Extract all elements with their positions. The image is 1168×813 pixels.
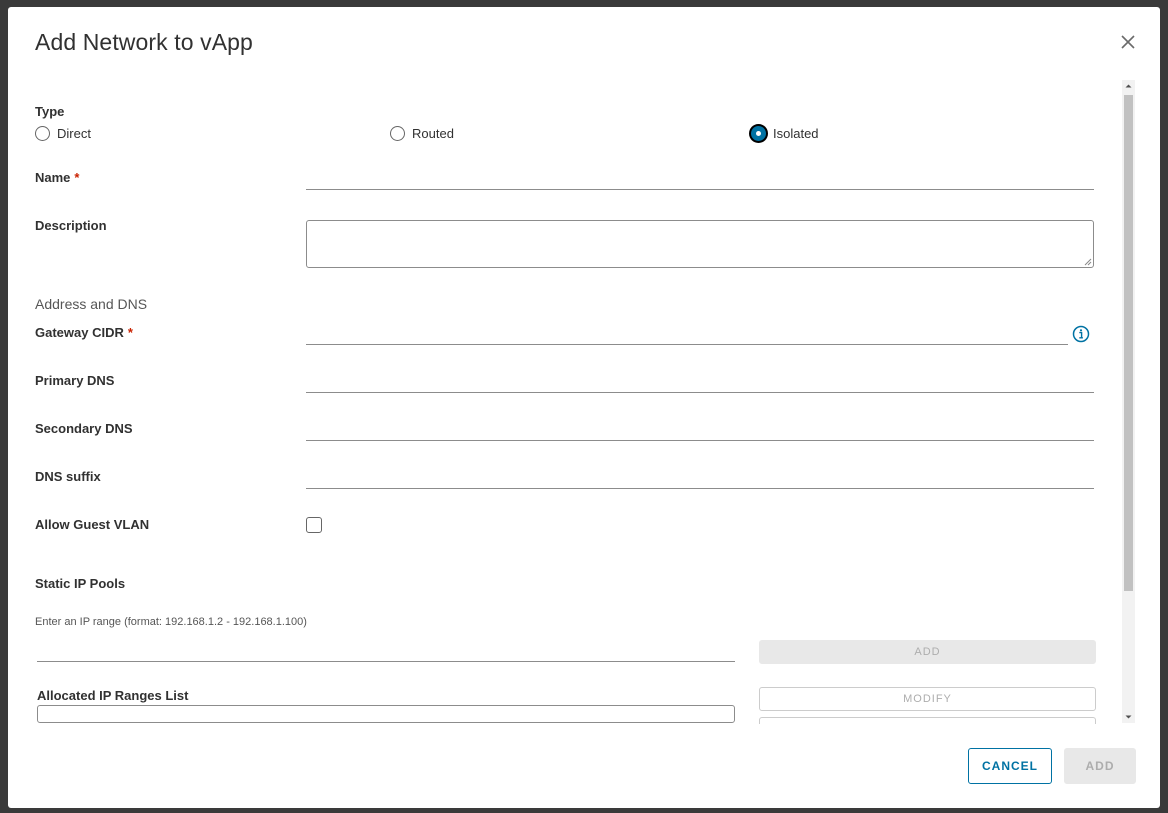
gateway-cidr-label: Gateway CIDR *: [35, 325, 133, 340]
scrollbar-thumb[interactable]: [1124, 95, 1133, 591]
gateway-cidr-input[interactable]: [306, 321, 1068, 345]
address-dns-section-title: Address and DNS: [35, 296, 148, 312]
primary-dns-label: Primary DNS: [35, 373, 115, 388]
radio-isolated-label: Isolated: [773, 125, 819, 141]
radio-routed-label: Routed: [412, 125, 454, 141]
radio-direct-label: Direct: [57, 125, 91, 141]
radio-routed-circle[interactable]: [390, 125, 405, 141]
allocated-ip-ranges-list[interactable]: [37, 705, 735, 723]
required-marker: *: [74, 170, 80, 185]
primary-dns-input[interactable]: [306, 369, 1094, 393]
gateway-cidr-label-text: Gateway CIDR: [35, 325, 124, 340]
radio-direct[interactable]: Direct: [35, 124, 91, 142]
scroll-clip: [8, 724, 1123, 744]
static-ip-pools-title: Static IP Pools: [35, 576, 126, 591]
add-network-dialog: Add Network to vApp Type Direct Routed I…: [8, 7, 1160, 808]
secondary-dns-input[interactable]: [306, 417, 1094, 441]
scrollbar[interactable]: [1122, 80, 1135, 723]
ip-range-hint: Enter an IP range (format: 192.168.1.2 -…: [35, 616, 307, 628]
modify-ip-range-button[interactable]: MODIFY: [759, 687, 1096, 711]
add-button[interactable]: ADD: [1064, 748, 1136, 784]
name-label-text: Name: [35, 170, 71, 185]
name-input[interactable]: [306, 166, 1094, 190]
scroll-up-icon[interactable]: [1122, 80, 1135, 92]
cancel-button[interactable]: CANCEL: [968, 748, 1052, 784]
radio-routed[interactable]: Routed: [390, 124, 454, 142]
add-ip-range-button[interactable]: ADD: [759, 640, 1096, 664]
dns-suffix-input[interactable]: [306, 465, 1094, 489]
secondary-dns-label: Secondary DNS: [35, 421, 133, 436]
info-icon[interactable]: [1072, 325, 1090, 343]
radio-direct-circle[interactable]: [35, 125, 50, 141]
dns-suffix-label: DNS suffix: [35, 469, 101, 484]
radio-isolated-circle[interactable]: [751, 125, 766, 141]
allocated-ip-ranges-label: Allocated IP Ranges List: [37, 688, 189, 703]
resize-grip-icon[interactable]: [1084, 258, 1092, 266]
description-label: Description: [35, 218, 107, 233]
radio-isolated[interactable]: Isolated: [751, 124, 819, 142]
required-marker: *: [127, 325, 133, 340]
name-label: Name *: [35, 170, 79, 185]
close-icon[interactable]: [1118, 32, 1138, 52]
description-textarea[interactable]: [306, 220, 1094, 268]
dialog-title: Add Network to vApp: [35, 29, 253, 55]
scroll-down-icon[interactable]: [1122, 711, 1135, 723]
type-label: Type: [35, 104, 65, 119]
allow-guest-vlan-label: Allow Guest VLAN: [35, 517, 150, 532]
ip-range-input[interactable]: [37, 638, 735, 662]
allow-guest-vlan-checkbox[interactable]: [306, 517, 322, 533]
